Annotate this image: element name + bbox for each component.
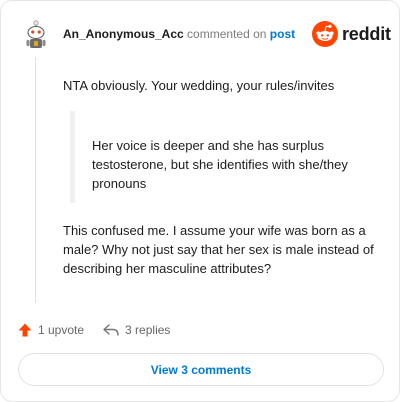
reply-arrow-icon	[103, 324, 119, 336]
replies-count: 3 replies	[125, 323, 171, 337]
snoo-avatar-icon	[26, 20, 46, 48]
reddit-wordmark: reddit	[342, 23, 391, 44]
username-link[interactable]: An_Anonymous_Acc	[63, 27, 184, 41]
reddit-logo[interactable]: reddit	[312, 20, 391, 48]
upvote-button[interactable]: 1 upvote	[17, 322, 84, 338]
commented-on-text: commented on	[187, 27, 267, 41]
comment-paragraph-2: This confused me. I assume your wife was…	[63, 223, 374, 276]
view-comments-label: View 3 comments	[150, 362, 252, 377]
upvote-count: 1 upvote	[38, 323, 85, 337]
view-comments-button[interactable]: View 3 comments	[18, 353, 384, 386]
comment-header: An_Anonymous_Acc commented on post	[63, 27, 295, 41]
avatar[interactable]	[20, 18, 52, 50]
comment-card: An_Anonymous_Acc commented on post reddi…	[0, 0, 400, 402]
comment-actions: 1 upvote 3 replies	[17, 319, 170, 341]
comment-quote: Her voice is deeper and she has surplus …	[92, 138, 348, 191]
post-link[interactable]: post	[270, 27, 295, 41]
quote-bar	[70, 111, 75, 203]
reddit-alien-icon	[312, 21, 338, 47]
upvote-arrow-icon	[18, 323, 32, 337]
comment-paragraph-1: NTA obviously. Your wedding, your rules/…	[63, 78, 335, 93]
replies-button[interactable]: 3 replies	[102, 322, 170, 338]
thread-line[interactable]	[35, 57, 36, 303]
